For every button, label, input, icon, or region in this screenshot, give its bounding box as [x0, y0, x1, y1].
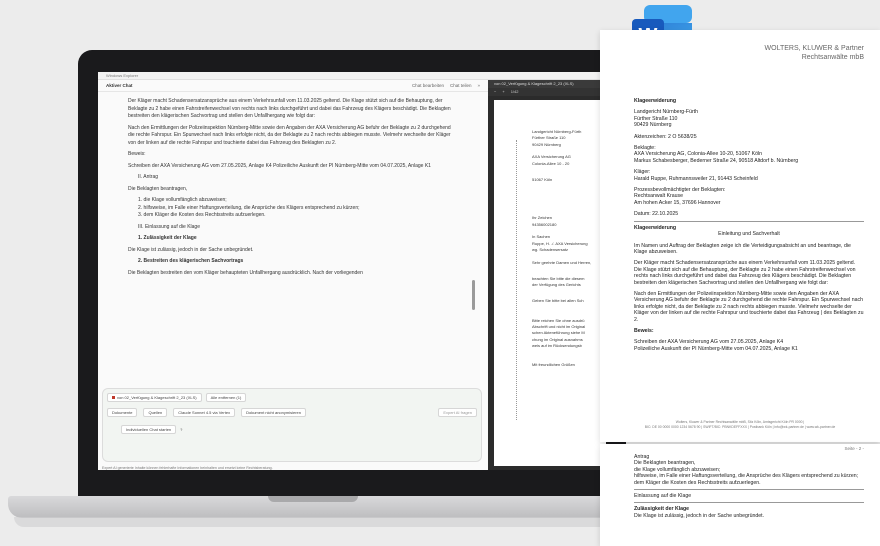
- laptop-base: [8, 496, 618, 518]
- pdf-text-line: 90429 Nürnberg: [532, 141, 561, 147]
- pdf-text-line: Landgericht Nürnberg-Fürth: [532, 128, 582, 134]
- chat-paragraph: Die Klage ist zulässig, jedoch in der Sa…: [128, 246, 254, 253]
- pdf-text-line: Mit freundlichen Grüßen: [532, 362, 575, 368]
- pdf-text-line: chung im Original ausnahms: [532, 336, 583, 342]
- doc-footer: Wolters, Kluwer & Partner Rechtsanwälte …: [620, 420, 860, 429]
- document-body: Klageerwiderung Landgericht Nürnberg-Für…: [634, 98, 864, 352]
- page-number: Seite - 2 -: [844, 446, 864, 451]
- chat-paragraph: Die Beklagten bestreiten den vom Kläger …: [128, 269, 363, 276]
- chat-paragraph: Der Kläger macht Schadensersatzansprüche…: [128, 98, 451, 119]
- attached-file-chip[interactable]: von 02_Verfügung & Klageschrift 2_23 (XL…: [107, 393, 202, 402]
- chat-heading: III. Einlassung auf die Klage: [138, 223, 200, 230]
- zoom-out-icon[interactable]: −: [494, 89, 496, 95]
- doc-paragraph: Der Kläger macht Schadensersatzansprüche…: [634, 260, 856, 286]
- scan-artifact: [516, 140, 519, 420]
- laptop-shadow: [14, 517, 612, 527]
- chat-message: Der Kläger macht Schadensersatzansprüche…: [128, 98, 458, 378]
- chat-paragraph: Nach den Ermittlungen der Polizeiinspekt…: [128, 124, 451, 146]
- pdf-text-line: Sehr geehrte Damen und Herren,: [532, 260, 592, 265]
- pdf-toolbar: − + 1/42: [488, 88, 606, 96]
- pdf-text-line: Ihr Zeichen: [532, 215, 553, 221]
- pdf-text-line: Fürther Straße 110: [532, 135, 566, 141]
- laptop-screen: Windows Explorer Aktiver Chat Chat bearb…: [98, 72, 606, 470]
- remove-all-chip[interactable]: Alle entfernen (1): [205, 393, 247, 402]
- anonymize-select[interactable]: Dokument nicht anonymisieren: [241, 408, 306, 417]
- document-page-1: WOLTERS, KLUWER & Partner Rechtsanwälte …: [600, 30, 880, 442]
- chat-paragraph: Beweis:: [128, 151, 146, 157]
- pdf-tab[interactable]: von 02_Verfügung & Klageschrift 2_23 (XL…: [488, 80, 606, 88]
- documents-button[interactable]: Dokumente: [107, 408, 138, 417]
- doc-paragraph: Im Namen und Auftrag der Beklagten zeige…: [634, 242, 851, 255]
- model-select[interactable]: Claude Sonnet 4.5 via Vertex: [173, 408, 236, 417]
- sources-button[interactable]: Quellen: [143, 408, 168, 417]
- pdf-text-line: der Verfügung des Gerichts: [532, 282, 581, 288]
- help-icon[interactable]: ?: [180, 427, 182, 432]
- pdf-page: Landgericht Nürnberg-Fürth Fürther Straße…: [494, 100, 606, 466]
- pdf-viewer: von 02_Verfügung & Klageschrift 2_23 (XL…: [488, 80, 606, 470]
- chat-paragraph: Schreiben der AXA Versicherung AG vom 27…: [128, 162, 431, 169]
- os-title-bar: Windows Explorer: [98, 72, 606, 80]
- pdf-text-line: wg. Schadensersatz: [532, 247, 569, 253]
- chat-list-item: 2. hilfsweise, im Falle einer Haftungsve…: [138, 204, 360, 211]
- pdf-text-line: 94356002180: [532, 221, 557, 227]
- chat-scrollbar[interactable]: [472, 280, 475, 310]
- chat-subheading: 1. Zulässigkeit der Klage: [138, 235, 197, 241]
- chat-paragraph: Die Beklagten beantragen,: [128, 185, 188, 192]
- section-heading: Einlassung auf die Klage: [634, 493, 692, 500]
- edit-chat-button[interactable]: Chat bearbeiten: [412, 83, 444, 88]
- collapse-icon[interactable]: »: [477, 83, 480, 88]
- firm-subtitle: Rechtsanwälte mbB: [801, 54, 864, 61]
- chat-title: Aktiver Chat: [106, 83, 133, 88]
- chat-list-item: 3. dem Kläger die Kosten des Rechtsstrei…: [138, 212, 266, 218]
- pdf-text-line: weis auf im Rücksendungsb: [532, 343, 582, 349]
- doc-list-item: hilfsweise, im Falle einer Haftungsverte…: [634, 473, 859, 480]
- pdf-text-line: Colonia-Allee 10 - 20: [532, 160, 570, 166]
- share-chat-button[interactable]: Chat teilen: [450, 83, 472, 88]
- doc-paragraph: Nach den Ermittlungen der Polizeiinspekt…: [634, 290, 864, 323]
- pdf-text-line: AXA Versicherung AG: [532, 154, 571, 160]
- laptop-notch: [268, 496, 358, 502]
- zoom-in-icon[interactable]: +: [502, 89, 504, 95]
- pdf-text-line: Ruppe, H. ./. AXA Versicherung: [532, 240, 588, 246]
- individual-chat-button[interactable]: Individuellen Chat starten: [121, 425, 177, 434]
- chat-pane: Aktiver Chat Chat bearbeiten Chat teilen…: [98, 80, 488, 470]
- send-button[interactable]: Expert AI fragen: [438, 408, 477, 417]
- disclaimer-text: Expert AI generierte Inhalte können fehl…: [102, 466, 273, 470]
- document-page-2: Seite - 2 - Antrag Die Beklagten beantra…: [600, 444, 880, 546]
- footer-line: BIC: DE 00 0000 0000 1234 5678 90 | SWIF…: [644, 424, 836, 429]
- evidence-line: Polizeiliche Auskunft der PI Nürnberg-Mi…: [634, 345, 798, 352]
- pdf-text-line: 51067 Köln: [532, 176, 553, 182]
- document-body-2: Antrag Die Beklagten beantragen, die Kla…: [634, 454, 864, 519]
- pdf-text-line: Abschrift und nicht im Original: [532, 324, 586, 329]
- chat-subheading: 2. Bestreiten des klägerischen Sachvortr…: [138, 258, 244, 264]
- chat-header: Aktiver Chat Chat bearbeiten Chat teilen…: [98, 80, 488, 92]
- chat-input-box[interactable]: von 02_Verfügung & Klageschrift 2_23 (XL…: [102, 388, 482, 462]
- pdf-text-line: In Sachen: [532, 234, 551, 240]
- letterhead: WOLTERS, KLUWER & Partner Rechtsanwälte …: [765, 44, 864, 62]
- doc-paragraph: Die Klage ist zulässig, jedoch in der Sa…: [634, 512, 765, 519]
- doc-list-item: dem Kläger die Kosten des Rechtsstreits …: [634, 479, 761, 486]
- chat-heading: II. Antrag: [138, 174, 159, 180]
- page-indicator: 1/42: [510, 89, 519, 94]
- pdf-text-line: beachten Sie bitte die diesem: [532, 276, 585, 281]
- pdf-text-line: Bitte reichen Sie ohne ausdrü: [532, 317, 585, 323]
- doc-date: Datum: 22.10.2025: [634, 211, 679, 218]
- pdf-text-line: schen Akteneführung siehe M: [532, 330, 585, 336]
- chat-list-item: 1. die Klage vollumfänglich abzuweisen;: [138, 197, 227, 203]
- firm-name: WOLTERS, KLUWER & Partner: [764, 45, 864, 52]
- pdf-text-line: Geben Sie bitte bei allen Sch: [532, 298, 584, 304]
